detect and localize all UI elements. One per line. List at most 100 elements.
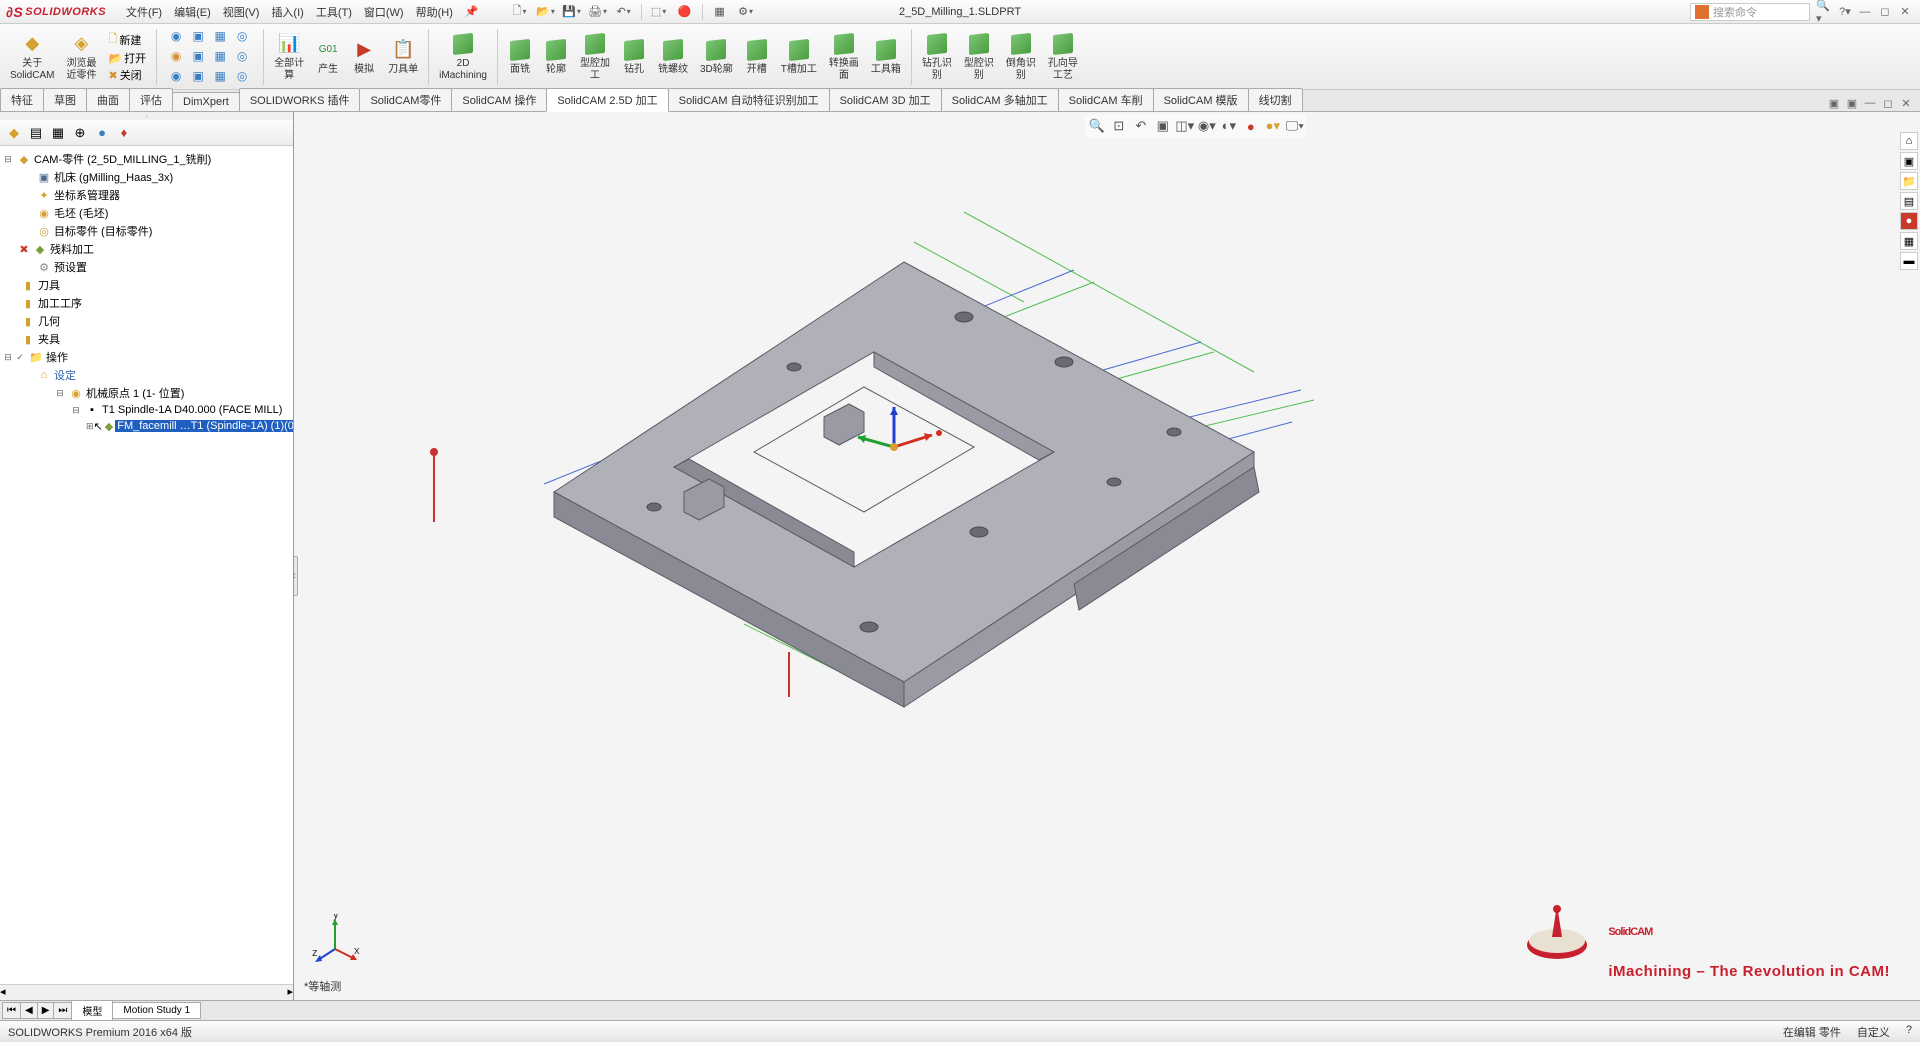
tab-nav-next[interactable]: ▶: [37, 1002, 55, 1019]
print-button[interactable]: 🖨: [587, 2, 609, 22]
tab-nav-last[interactable]: ⏭: [53, 1002, 72, 1019]
tab-sc-3d[interactable]: SolidCAM 3D 加工: [829, 88, 942, 111]
side-resources-icon[interactable]: ▣: [1900, 152, 1918, 170]
close-icon[interactable]: ✖: [108, 69, 117, 82]
geo-10[interactable]: ▣: [189, 68, 207, 84]
pocket-button[interactable]: 型腔加 工: [574, 30, 616, 84]
tree-machine[interactable]: ▣机床 (gMilling_Haas_3x): [2, 168, 291, 186]
side-home-icon[interactable]: ⌂: [1900, 132, 1918, 150]
fm-tab-4[interactable]: ⊕: [70, 123, 90, 143]
tab-sc-turning[interactable]: SolidCAM 车削: [1058, 88, 1154, 111]
rebuild-button[interactable]: 🔴: [674, 2, 696, 22]
drill-button[interactable]: 钻孔: [616, 36, 652, 78]
geo-2[interactable]: ▣: [189, 28, 207, 44]
tooltable-button[interactable]: 📋刀具单: [382, 36, 424, 78]
simulate-button[interactable]: ▶模拟: [346, 36, 382, 78]
side-appearances-icon[interactable]: ▦: [1900, 232, 1918, 250]
generate-button[interactable]: G01产生: [310, 36, 346, 78]
pin-icon[interactable]: 📌: [465, 5, 479, 18]
hole-wizard-button[interactable]: 孔向导 工艺: [1042, 30, 1084, 84]
view-orient-icon[interactable]: ◫▾: [1175, 116, 1195, 136]
side-design-lib-icon[interactable]: 📁: [1900, 172, 1918, 190]
tab-sketch[interactable]: 草图: [43, 88, 87, 111]
panel-grip[interactable]: ◦: [0, 112, 293, 120]
calculate-all-button[interactable]: 📊全部计 算: [268, 30, 310, 84]
tree-tool-node[interactable]: ⊟▪T1 Spindle-1A D40.000 (FACE MILL): [2, 402, 291, 418]
threadmill-button[interactable]: 铣螺纹: [652, 36, 694, 78]
open-icon[interactable]: 📂: [108, 52, 122, 65]
tab-nav-first[interactable]: ⏮: [2, 1002, 21, 1019]
profile-3d-button[interactable]: 3D轮廓: [694, 36, 739, 78]
geo-12[interactable]: ◎: [233, 68, 251, 84]
menu-tools[interactable]: 工具(T): [316, 4, 352, 20]
section-view-icon[interactable]: ▣: [1153, 116, 1173, 136]
menu-window[interactable]: 窗口(W): [364, 4, 404, 20]
tab-features[interactable]: 特征: [0, 88, 44, 111]
translate-button[interactable]: 转换画 面: [823, 30, 865, 84]
menu-view[interactable]: 视图(V): [223, 4, 260, 20]
view-settings-icon[interactable]: 🖵▾: [1285, 116, 1305, 136]
new-button[interactable]: 🗋: [509, 2, 531, 22]
menu-edit[interactable]: 编辑(E): [174, 4, 211, 20]
tab-sc-operations[interactable]: SolidCAM 操作: [451, 88, 547, 111]
fm-tab-2[interactable]: ▤: [26, 123, 46, 143]
side-custom-props-icon[interactable]: ▬: [1900, 252, 1918, 270]
geo-4[interactable]: ◎: [233, 28, 251, 44]
fm-tab-5[interactable]: ●: [92, 123, 112, 143]
chamfer-recognition-button[interactable]: 倒角识 别: [1000, 30, 1042, 84]
maximize-button[interactable]: ◻: [1876, 4, 1894, 20]
fm-tab-1[interactable]: ◆: [4, 123, 24, 143]
hide-show-icon[interactable]: ◐▾: [1219, 116, 1239, 136]
geo-9[interactable]: ◉: [167, 68, 185, 84]
tab-sc-template[interactable]: SolidCAM 模版: [1153, 88, 1249, 111]
tab-sc-afr[interactable]: SolidCAM 自动特征识别加工: [668, 88, 830, 111]
scene-icon[interactable]: ●▾: [1263, 116, 1283, 136]
close-label[interactable]: 关闭: [120, 67, 142, 83]
drill-recognition-button[interactable]: 钻孔识 别: [916, 30, 958, 84]
tree-setup[interactable]: ⌂设定: [2, 366, 291, 384]
tree-presets[interactable]: ⚙预设置: [2, 258, 291, 276]
tree-geometry[interactable]: ▮几何: [2, 312, 291, 330]
tree-operations[interactable]: ⊟✓📁操作: [2, 348, 291, 366]
tab-sc-part[interactable]: SolidCAM零件: [359, 88, 452, 111]
tab-surfaces[interactable]: 曲面: [86, 88, 130, 111]
recent-parts-button[interactable]: ◈浏览最 近零件: [60, 30, 102, 84]
geo-1[interactable]: ◉: [167, 28, 185, 44]
fm-tab-3[interactable]: ▦: [48, 123, 68, 143]
minimize-button[interactable]: —: [1856, 4, 1874, 20]
doc-close[interactable]: ✕: [1898, 95, 1914, 111]
panel-btn-1[interactable]: ▣: [1826, 95, 1842, 111]
tab-model[interactable]: 模型: [71, 1000, 113, 1021]
tslot-button[interactable]: T槽加工: [775, 36, 823, 78]
appearance-icon[interactable]: ●: [1241, 116, 1261, 136]
settings-button[interactable]: ⚙: [735, 2, 757, 22]
tree-tools[interactable]: ▮刀具: [2, 276, 291, 294]
prev-view-icon[interactable]: ↶: [1131, 116, 1151, 136]
zoom-fit-icon[interactable]: 🔍: [1087, 116, 1107, 136]
side-file-explorer-icon[interactable]: ▤: [1900, 192, 1918, 210]
tree-target[interactable]: ◎目标零件 (目标零件): [2, 222, 291, 240]
profile-button[interactable]: 轮廓: [538, 36, 574, 78]
imachining-2d-button[interactable]: 2D iMachining: [433, 30, 493, 84]
tree-fixtures[interactable]: ▮夹具: [2, 330, 291, 348]
slot-button[interactable]: 开槽: [739, 36, 775, 78]
menu-help[interactable]: 帮助(H): [416, 4, 453, 20]
command-search[interactable]: 搜索命令: [1690, 3, 1810, 21]
undo-button[interactable]: ↶: [613, 2, 635, 22]
tree-operation-selected[interactable]: ⊞↖◆FM_facemill …T1 (Spindle-1A) (1)(0:02…: [2, 418, 291, 434]
tab-sc-25d[interactable]: SolidCAM 2.5D 加工: [546, 88, 668, 112]
save-button[interactable]: 💾: [561, 2, 583, 22]
display-style-icon[interactable]: ◉▾: [1197, 116, 1217, 136]
status-custom[interactable]: 自定义: [1857, 1024, 1890, 1040]
doc-maximize[interactable]: ◻: [1880, 95, 1896, 111]
tree-coordsys[interactable]: ✦坐标系管理器: [2, 186, 291, 204]
tab-motion-study[interactable]: Motion Study 1: [112, 1002, 201, 1019]
open-label[interactable]: 打开: [124, 50, 146, 66]
doc-minimize[interactable]: —: [1862, 95, 1878, 111]
tab-dimxpert[interactable]: DimXpert: [172, 92, 240, 111]
new-icon[interactable]: 🗋: [108, 30, 117, 49]
tab-nav-prev[interactable]: ◀: [20, 1002, 38, 1019]
geo-5[interactable]: ◉: [167, 48, 185, 64]
tree-root[interactable]: ⊟◆CAM-零件 (2_5D_MILLING_1_铣削): [2, 150, 291, 168]
tree-stock[interactable]: ◉毛坯 (毛坯): [2, 204, 291, 222]
